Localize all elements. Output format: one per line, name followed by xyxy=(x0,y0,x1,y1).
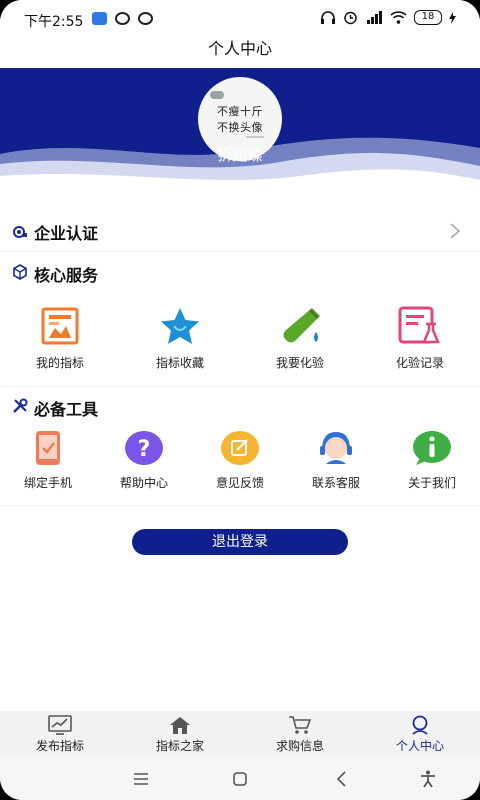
chevron-right-icon xyxy=(450,223,461,239)
accessibility-icon[interactable] xyxy=(418,769,438,789)
divider xyxy=(0,505,480,506)
test-tube-icon xyxy=(283,308,320,343)
avatar-text: 不瘦十斤 xyxy=(217,105,263,118)
svg-text:?: ? xyxy=(138,437,151,462)
contact-service-button[interactable]: 联系客服 xyxy=(288,430,384,491)
nav-label: 求购信息 xyxy=(275,739,324,753)
grid-label: 我要化验 xyxy=(275,356,324,370)
customer-service-icon xyxy=(320,432,352,464)
avatar-text: 不换头像 xyxy=(217,121,263,134)
enterprise-label: 企业认证 xyxy=(34,224,99,243)
phone-icon xyxy=(36,431,60,465)
username: 折翅蝶 xyxy=(217,146,263,164)
info-icon xyxy=(413,431,451,465)
cube-icon xyxy=(13,264,27,280)
bottom-navigation: 发布指标 指标之家 求购信息 个人中心 xyxy=(0,711,480,757)
headphones-icon xyxy=(321,10,335,24)
nav-purchase-info[interactable]: 求购信息 xyxy=(240,711,360,757)
gallery-icon xyxy=(92,12,107,25)
grid-label: 绑定手机 xyxy=(23,476,72,490)
menu-icon[interactable] xyxy=(131,769,151,789)
status-time: 下午2:55 xyxy=(24,14,84,30)
document-chart-icon xyxy=(41,307,79,345)
cart-icon xyxy=(289,716,312,734)
system-navigation-bar xyxy=(0,757,480,800)
divider xyxy=(0,386,480,387)
enterprise-certification-row[interactable]: 企业认证 xyxy=(0,214,480,250)
request-test-button[interactable]: 我要化验 xyxy=(240,306,360,371)
nav-label: 指标之家 xyxy=(155,739,204,753)
nav-label: 个人中心 xyxy=(395,739,444,753)
grid-label: 关于我们 xyxy=(407,476,456,490)
feedback-button[interactable]: 意见反馈 xyxy=(192,430,288,491)
about-us-button[interactable]: 关于我们 xyxy=(384,430,480,491)
alarm-icon xyxy=(344,11,357,25)
core-services-title: 核心服务 xyxy=(34,266,99,285)
flask-record-icon xyxy=(398,306,440,344)
bind-phone-button[interactable]: 绑定手机 xyxy=(0,430,96,491)
tools-grid: 绑定手机 ? 帮助中心 意见反馈 联系客服 关于我们 xyxy=(0,430,480,491)
app-icon xyxy=(138,12,153,25)
help-icon: ? xyxy=(125,431,163,465)
indicator-favorites-button[interactable]: 指标收藏 xyxy=(120,306,240,371)
grid-label: 意见反馈 xyxy=(215,476,264,490)
nav-label: 发布指标 xyxy=(35,739,84,753)
tools-header: 必备工具 xyxy=(0,392,480,422)
core-services-grid: 我的指标 指标收藏 我要化验 化验记录 xyxy=(0,306,480,371)
my-indicators-button[interactable]: 我的指标 xyxy=(0,306,120,371)
person-icon xyxy=(412,715,428,735)
home-icon xyxy=(170,717,190,734)
app-icon xyxy=(115,12,130,25)
divider xyxy=(0,251,480,252)
grid-label: 联系客服 xyxy=(311,476,360,490)
certificate-icon xyxy=(13,226,27,238)
home-square-icon[interactable] xyxy=(230,769,250,789)
chart-board-icon xyxy=(48,715,72,735)
signal-icon xyxy=(367,11,382,24)
nav-personal-center[interactable]: 个人中心 xyxy=(360,711,480,757)
profile-banner: 不瘦十斤 不换头像 折翅蝶 xyxy=(0,68,480,196)
test-records-button[interactable]: 化验记录 xyxy=(360,306,480,371)
nav-indicator-home[interactable]: 指标之家 xyxy=(120,711,240,757)
core-services-header: 核心服务 xyxy=(0,258,480,288)
status-bar: 下午2:55 18 xyxy=(0,0,480,34)
page-title: 个人中心 xyxy=(207,39,272,58)
charging-icon xyxy=(449,11,456,24)
tools-icon xyxy=(13,398,28,413)
grid-label: 我的指标 xyxy=(35,356,84,370)
star-icon xyxy=(161,308,199,344)
help-center-button[interactable]: ? 帮助中心 xyxy=(96,430,192,491)
grid-label: 帮助中心 xyxy=(119,476,168,490)
logout-button[interactable]: 退出登录 xyxy=(132,529,348,555)
wifi-icon xyxy=(390,11,407,24)
screen: 下午2:55 18 个人中心 不瘦十斤 不换头像 折翅蝶 企业认证 核心服务 我… xyxy=(0,0,480,800)
back-icon[interactable] xyxy=(332,769,352,789)
grid-label: 指标收藏 xyxy=(155,356,204,370)
grid-label: 化验记录 xyxy=(395,356,444,370)
feedback-icon xyxy=(221,431,259,465)
battery-indicator: 18 xyxy=(414,10,442,25)
nav-publish-indicators[interactable]: 发布指标 xyxy=(0,711,120,757)
tools-title: 必备工具 xyxy=(34,400,99,419)
